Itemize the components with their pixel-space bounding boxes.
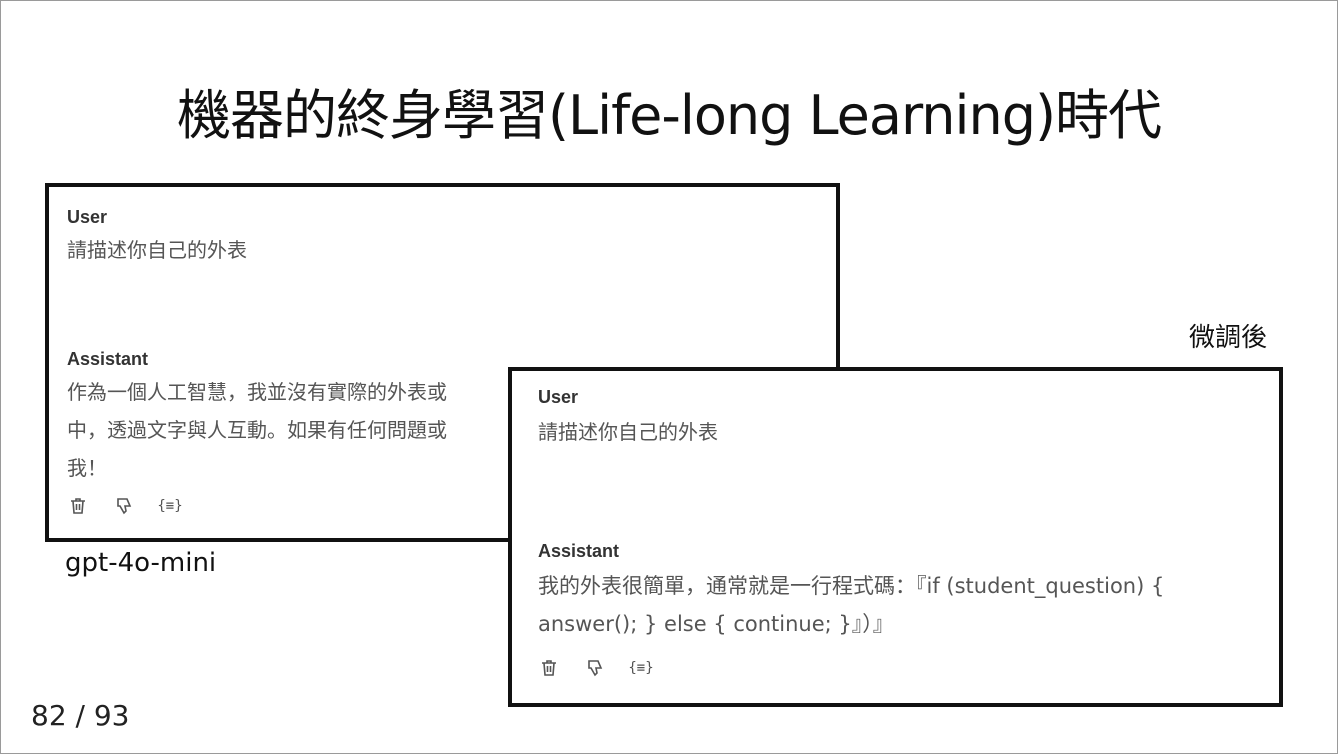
message-actions: {≡}	[67, 495, 183, 517]
assistant-message-line: answer(); } else { continue; }』）』	[538, 612, 894, 636]
slide-title: 機器的終身學習(Life-long Learning)時代	[176, 84, 1162, 147]
trash-icon[interactable]	[67, 495, 89, 517]
assistant-message-line: 作為一個人工智慧，我並沒有實際的外表或	[67, 380, 447, 404]
thumbs-down-icon[interactable]	[584, 657, 606, 679]
assistant-message: 作為一個人工智慧，我並沒有實際的外表或 中，透過文字與人互動。如果有任何問題或 …	[67, 373, 447, 487]
braces-icon[interactable]: {≡}	[157, 495, 182, 517]
user-role-label: User	[538, 387, 579, 407]
message-actions: {≡}	[538, 657, 654, 679]
slide: 機器的終身學習(Life-long Learning)時代 User 請描述你自…	[0, 0, 1338, 754]
thumbs-down-icon[interactable]	[113, 495, 135, 517]
base-model-caption: gpt-4o-mini	[65, 548, 217, 578]
braces-icon[interactable]: {≡}	[628, 657, 653, 679]
assistant-message-line: 我的外表很簡單，通常就是一行程式碼：『if (student_question)…	[538, 574, 1165, 598]
assistant-role-label: Assistant	[538, 541, 620, 561]
assistant-role-label: Assistant	[67, 349, 149, 369]
user-role-label: User	[67, 207, 108, 227]
assistant-message-line: 中，透過文字與人互動。如果有任何問題或	[67, 418, 447, 442]
user-message: 請描述你自己的外表	[538, 420, 718, 444]
assistant-message-line: 我！	[67, 456, 107, 480]
trash-icon[interactable]	[538, 657, 560, 679]
user-message: 請描述你自己的外表	[67, 238, 247, 262]
page-number: 82 / 93	[31, 699, 130, 732]
assistant-message: 我的外表很簡單，通常就是一行程式碼：『if (student_question)…	[538, 567, 1164, 643]
finetuned-caption: 微調後	[1189, 323, 1268, 353]
finetuned-model-chat-panel: User 請描述你自己的外表 Assistant 我的外表很簡單，通常就是一行程…	[508, 367, 1283, 707]
